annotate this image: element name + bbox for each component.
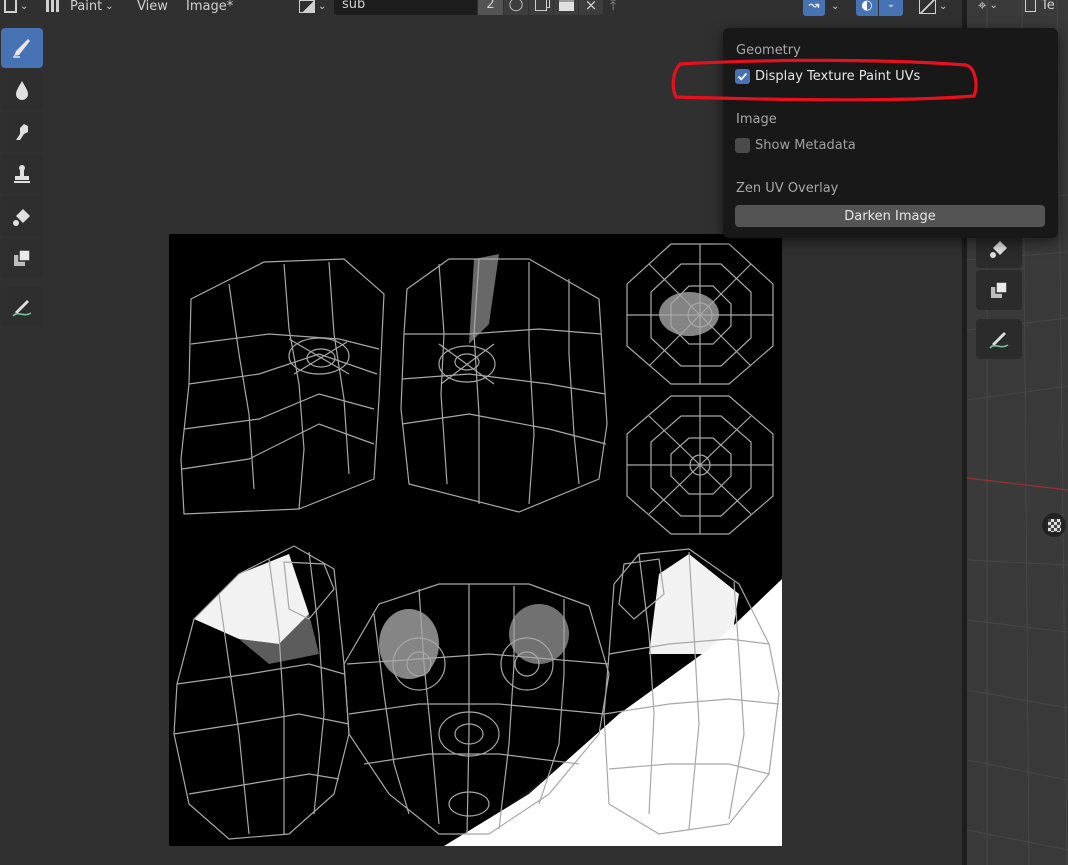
chevron-down-icon: ⌄ (831, 0, 840, 12)
checkbox-checked-icon (735, 69, 750, 84)
duplicate-icon (535, 0, 547, 11)
uv-sync-button[interactable]: ↝ ⌄ (803, 0, 839, 16)
mode-label: Paint (70, 0, 103, 14)
image-editor-header: ⌄ Paint ⌄ View Image* ⌄ sub 2 ◯ × ⤒ ↝ ⌄ … (0, 0, 965, 16)
pin-button[interactable]: ⤒ (610, 0, 616, 16)
image-users-count[interactable]: 2 (478, 0, 503, 15)
overlays-button[interactable]: ◐ ⌄ (856, 0, 903, 16)
tool-mask[interactable] (1, 238, 43, 278)
display-texture-paint-uvs-checkbox[interactable]: Display Texture Paint UVs (735, 69, 920, 84)
image-editor-window: ⌄ Paint ⌄ View Image* ⌄ sub 2 ◯ × ⤒ ↝ ⌄ … (0, 0, 1068, 865)
checkbox-unchecked-icon (735, 138, 750, 153)
overlays-dropdown[interactable]: ⌄ (879, 0, 903, 16)
image-heading: Image (736, 112, 777, 127)
viewport-tab-label: Te (1041, 0, 1055, 13)
close-icon: × (584, 0, 598, 14)
uv-island-sphere-upper (626, 243, 774, 385)
tool-smear[interactable] (1, 112, 43, 152)
draw-brush-icon (13, 39, 30, 58)
image-new-icon (558, 0, 574, 11)
mask-icon (14, 249, 31, 266)
annotate-icon (989, 332, 1009, 349)
chevron-down-icon: ⌄ (939, 0, 948, 12)
overlays-popover: Geometry Display Texture Paint UVs Image… (723, 28, 1058, 238)
uv-island-head-left (180, 258, 385, 515)
clone-stamp-icon (14, 165, 30, 183)
tool-draw[interactable] (1, 28, 43, 68)
tool-fill[interactable] (1, 196, 43, 236)
pin-icon: ⤒ (610, 0, 617, 14)
editor-type-icon (4, 0, 17, 13)
new-image-button[interactable] (554, 0, 578, 15)
mask-icon (991, 281, 1008, 298)
fill-bucket-icon (990, 241, 1007, 258)
image-users-count-value: 2 (486, 0, 495, 12)
chevron-down-icon: ⌄ (20, 0, 29, 12)
gizmo-icon (919, 0, 936, 14)
menu-view-label: View (137, 0, 168, 14)
paint-spot-sphere (659, 292, 719, 336)
gizmo-button[interactable]: ⌄ (919, 0, 947, 16)
shield-icon: ◯ (508, 0, 524, 12)
zen-uv-overlay-heading: Zen UV Overlay (736, 181, 839, 196)
tool-annotate[interactable] (1, 287, 43, 327)
geometry-heading: Geometry (736, 43, 801, 58)
uv-vertex-icon: ↝ (803, 0, 825, 16)
image-name-field[interactable]: sub (334, 0, 477, 15)
editor-type-button[interactable]: ⌄ (4, 0, 28, 16)
chevron-down-icon: ⌄ (989, 0, 998, 11)
smear-icon (16, 124, 28, 140)
darken-image-button[interactable]: Darken Image (735, 205, 1045, 227)
uv-layout-overlay (173, 243, 782, 846)
display-texture-paint-uvs-label: Display Texture Paint UVs (755, 69, 921, 84)
transform-pivot-icon: ⌖ (978, 0, 987, 14)
show-metadata-checkbox[interactable]: Show Metadata (735, 138, 856, 153)
unlink-image-button[interactable]: × (579, 0, 603, 15)
soften-icon (16, 81, 28, 100)
image-canvas[interactable] (169, 234, 782, 846)
fake-user-button[interactable]: ◯ (504, 0, 528, 15)
uv-island-sphere-lower (626, 395, 774, 535)
image-browse-button[interactable]: ⌄ (299, 0, 326, 16)
viewport-transform-button[interactable]: ⌖ ⌄ (978, 0, 998, 15)
tool-soften[interactable] (1, 70, 43, 110)
viewport-tab[interactable]: Te (1025, 0, 1055, 15)
mode-dropdown[interactable]: Paint ⌄ (46, 0, 114, 16)
chevron-down-icon: ⌄ (318, 0, 327, 12)
fill-bucket-icon (13, 209, 30, 226)
show-metadata-label: Show Metadata (755, 138, 856, 153)
viewport-checker-button[interactable] (1042, 513, 1066, 537)
tool-clone[interactable] (1, 154, 43, 194)
annotate-icon (12, 300, 32, 317)
menu-image-label: Image* (186, 0, 234, 14)
menu-image[interactable]: Image* (186, 0, 233, 16)
menu-view[interactable]: View (137, 0, 168, 16)
paint-spot-eye-right (509, 604, 569, 664)
duplicate-image-button[interactable] (529, 0, 553, 15)
uv-island-head-right (400, 258, 608, 513)
overlays-icon: ◐ (856, 0, 878, 16)
viewport-tool-mask[interactable] (976, 270, 1022, 310)
paint-spot-upper (469, 254, 499, 344)
image-name-value: sub (342, 0, 366, 12)
paint-mode-icon (46, 0, 60, 12)
viewport-tool-annotate[interactable] (976, 319, 1022, 359)
texture-tab-icon (1025, 0, 1036, 12)
checker-icon (1047, 518, 1061, 532)
chevron-down-icon: ⌄ (105, 0, 114, 12)
darken-image-label: Darken Image (844, 208, 936, 224)
image-icon (299, 0, 315, 13)
